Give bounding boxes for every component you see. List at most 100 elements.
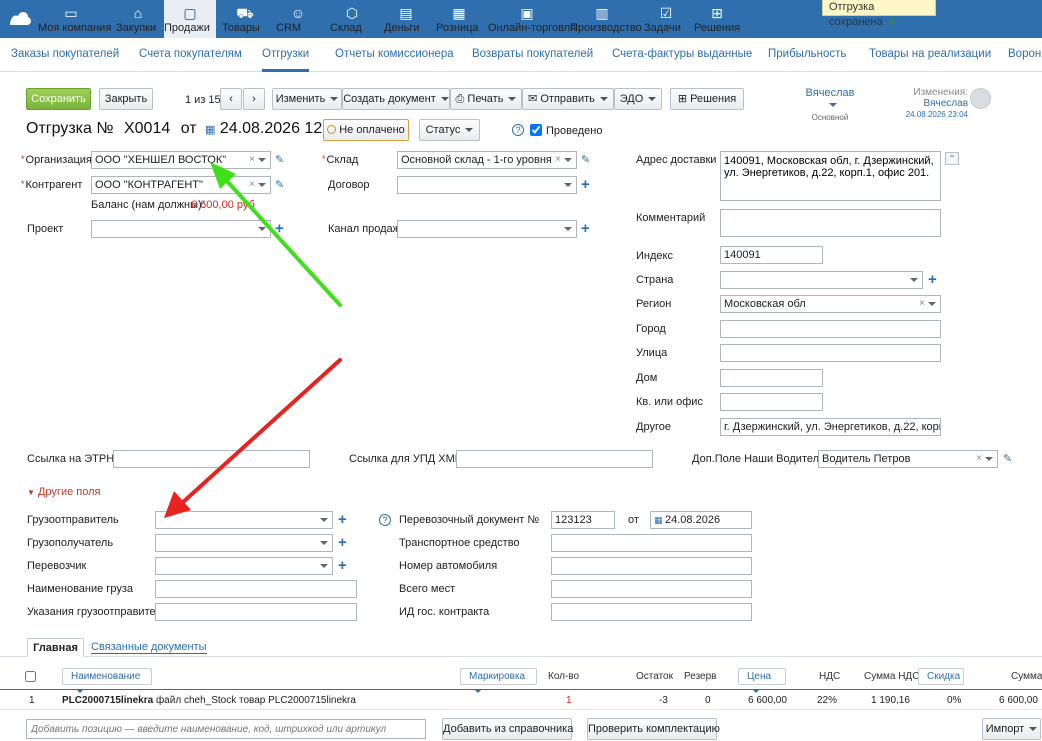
help-icon[interactable]: ? (512, 124, 524, 136)
cargo-name-field[interactable] (155, 580, 357, 598)
nav-production[interactable]: ▥ Производство (570, 0, 642, 38)
calendar-icon[interactable]: ▦ (654, 515, 665, 525)
org-field[interactable]: ООО "ХЕНШЕЛ ВОСТОК" × (91, 151, 271, 169)
avatar[interactable] (970, 88, 991, 109)
add-project-icon[interactable]: + (275, 221, 284, 236)
user-menu[interactable]: Вячеслав Основной (800, 87, 860, 124)
prev-button[interactable]: ‹ (220, 88, 242, 110)
transport-doc-date-field[interactable]: ▦ 24.08.2026 (650, 511, 752, 529)
transport-doc-field[interactable]: 123123 (551, 511, 615, 529)
subtab-customer-returns[interactable]: Возвраты покупателей (472, 48, 593, 60)
subtab-customer-invoices[interactable]: Счета покупателям (139, 48, 242, 60)
row-price[interactable]: 6 600,00 (748, 695, 787, 706)
add-from-catalog-button[interactable]: Добавить из справочника (442, 718, 573, 740)
upd-field[interactable] (456, 450, 653, 468)
calendar-icon[interactable]: ▦ (205, 124, 215, 136)
discount-column-header[interactable]: Скидка (918, 668, 964, 685)
carrier-field[interactable] (155, 557, 333, 575)
total-places-field[interactable] (551, 580, 752, 598)
name-column-header[interactable]: Наименование (62, 668, 152, 694)
nav-sales[interactable]: ▢ Продажи (164, 0, 216, 38)
add-shipper-icon[interactable]: + (338, 512, 347, 527)
nav-online-trade[interactable]: ▣ Онлайн-торговля (488, 0, 576, 38)
marking-column-header[interactable]: Маркировка (460, 668, 537, 694)
print-button[interactable]: ⎙ Печать (450, 88, 522, 110)
tab-related-documents[interactable]: Связанные документы (91, 641, 207, 654)
subtab-commission-reports[interactable]: Отчеты комиссионера (335, 48, 454, 60)
table-row[interactable]: 1 PLC2000715linekra файл cheh_Stock това… (0, 690, 1042, 710)
subtab-profitability[interactable]: Прибыльность (768, 48, 846, 60)
channel-field[interactable] (397, 220, 577, 238)
shipper-field[interactable] (155, 511, 333, 529)
doc-number[interactable]: X0014 (124, 120, 170, 137)
import-button[interactable]: Импорт (982, 718, 1041, 740)
clear-icon[interactable]: × (249, 152, 255, 168)
edit-org-icon[interactable]: ✎ (275, 153, 284, 166)
close-button[interactable]: Закрыть (99, 88, 153, 110)
driver-field[interactable]: Водитель Петров × (818, 450, 998, 468)
clear-icon[interactable]: × (555, 152, 561, 168)
send-button[interactable]: ✉ Отправить (522, 88, 614, 110)
city-field[interactable] (720, 320, 941, 338)
price-column-header[interactable]: Цена (738, 668, 786, 694)
nav-crm[interactable]: ☺ CRM (276, 0, 320, 38)
add-consignee-icon[interactable]: + (338, 535, 347, 550)
subtab-goods-on-sale[interactable]: Товары на реализации (869, 48, 991, 60)
logo-icon[interactable] (8, 8, 32, 28)
other-field[interactable]: г. Дзержинский, ул. Энергетиков, д.22, к… (720, 418, 941, 436)
status-button[interactable]: Статус (419, 119, 480, 141)
consignee-field[interactable] (155, 534, 333, 552)
nav-purchases[interactable]: ⌂ Закупки (116, 0, 160, 38)
comment-field[interactable] (720, 209, 941, 237)
add-carrier-icon[interactable]: + (338, 558, 347, 573)
help-icon[interactable]: ? (379, 514, 391, 526)
shipper-notes-field[interactable] (155, 603, 357, 621)
edit-driver-icon[interactable]: ✎ (1003, 452, 1012, 465)
edit-contractor-icon[interactable]: ✎ (275, 178, 284, 191)
changes-user[interactable]: Вячеслав (924, 98, 968, 109)
nav-solutions[interactable]: ⊞ Решения (694, 0, 740, 38)
subtab-customer-orders[interactable]: Заказы покупателей (11, 48, 119, 60)
toast-close-icon[interactable]: × (889, 16, 895, 28)
car-number-field[interactable] (551, 557, 752, 575)
row-name[interactable]: PLC2000715linekra файл cheh_Stock товар … (62, 695, 356, 706)
subtab-funnel[interactable]: Ворон (1008, 48, 1041, 60)
nav-retail[interactable]: ▦ Розница (436, 0, 482, 38)
nav-warehouse[interactable]: ⬡ Склад (330, 0, 374, 38)
row-discount[interactable]: 0% (947, 695, 961, 706)
project-field[interactable] (91, 220, 271, 238)
subtab-shipments[interactable]: Отгрузки (262, 48, 310, 72)
subtab-issued-invoices[interactable]: Счета-фактуры выданные (612, 48, 752, 60)
solutions-button[interactable]: ⊞ Решения (670, 88, 744, 110)
vehicle-field[interactable] (551, 534, 752, 552)
save-button[interactable]: Сохранить (26, 88, 91, 110)
street-field[interactable] (720, 344, 941, 362)
row-vat[interactable]: 22% (817, 695, 837, 706)
other-fields-toggle[interactable]: ▼ Другие поля (27, 486, 100, 498)
collapse-address-button[interactable]: ⌃ (945, 152, 959, 165)
posted-checkbox[interactable] (530, 124, 542, 136)
contract-field[interactable] (397, 176, 577, 194)
next-button[interactable]: › (243, 88, 265, 110)
contractor-field[interactable]: ООО "КОНТРАГЕНТ" × (91, 176, 271, 194)
add-position-input[interactable] (26, 719, 426, 739)
country-field[interactable] (720, 271, 923, 289)
add-country-icon[interactable]: + (928, 272, 937, 287)
nav-money[interactable]: ▤ Деньги (384, 0, 428, 38)
clear-icon[interactable]: × (919, 296, 925, 312)
add-contract-icon[interactable]: + (581, 177, 590, 192)
add-channel-icon[interactable]: + (581, 221, 590, 236)
nav-goods[interactable]: ⛟ Товары (222, 0, 268, 38)
check-kit-button[interactable]: Проверить комплектацию (587, 718, 720, 740)
warehouse-field[interactable]: Основной склад - 1-го уровня × (397, 151, 577, 169)
clear-icon[interactable]: × (249, 177, 255, 193)
gov-contract-field[interactable] (551, 603, 752, 621)
edo-button[interactable]: ЭДО (614, 88, 662, 110)
nav-tasks[interactable]: ☑ Задачи (644, 0, 688, 38)
create-document-button[interactable]: Создать документ (342, 88, 450, 110)
index-field[interactable]: 140091 (720, 246, 823, 264)
house-field[interactable] (720, 369, 823, 387)
region-field[interactable]: Московская обл × (720, 295, 941, 313)
apartment-field[interactable] (720, 393, 823, 411)
clear-icon[interactable]: × (976, 451, 982, 467)
